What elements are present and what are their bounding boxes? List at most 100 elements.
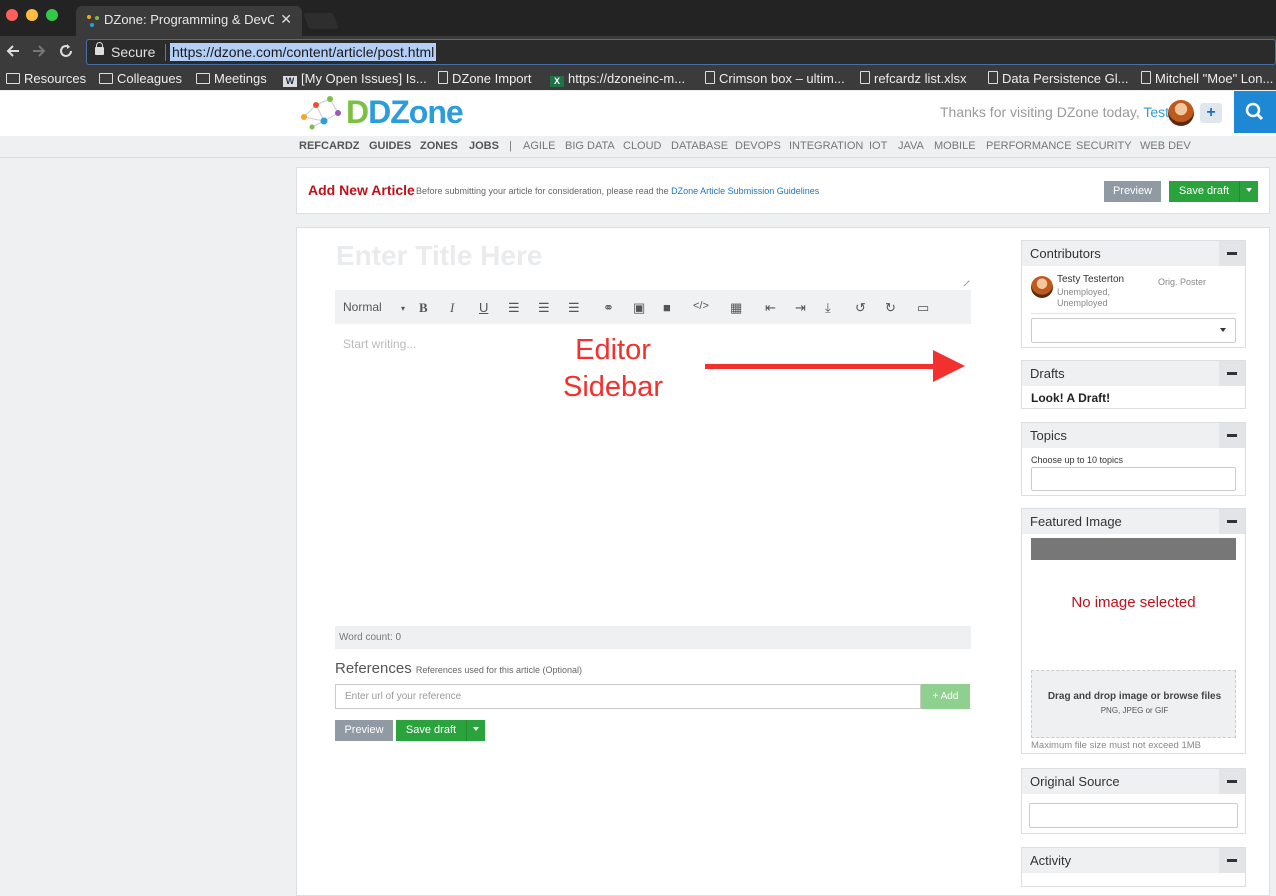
editor-sidebar-annotation: Editor Sidebar: [560, 332, 666, 406]
link-icon[interactable]: ⚭: [603, 300, 614, 316]
indent-icon[interactable]: ⇥: [795, 300, 806, 316]
save-draft-button[interactable]: Save draft: [1169, 181, 1239, 202]
references-heading: References References used for this arti…: [335, 660, 582, 677]
add-article-subtext: Before submitting your article for consi…: [416, 186, 819, 196]
caret-down-icon: [473, 727, 479, 731]
nav-item-mobile[interactable]: MOBILE: [934, 140, 976, 152]
browser-toolbar: Secure https://dzone.com/content/article…: [0, 36, 1276, 68]
nav-item-web-dev[interactable]: WEB DEV: [1140, 140, 1191, 152]
nav-item-guides[interactable]: GUIDES: [369, 140, 411, 152]
fullscreen-icon[interactable]: ▭: [917, 300, 929, 316]
forward-arrow-icon[interactable]: [31, 43, 47, 59]
bookmark-label: Mitchell "Moe" Lon...: [1155, 71, 1274, 86]
nav-item-zones[interactable]: ZONES: [420, 140, 458, 152]
nav-item-agile[interactable]: AGILE: [523, 140, 555, 152]
bookmark-open-issues[interactable]: W [My Open Issues] Is...: [283, 71, 427, 87]
image-drop-zone[interactable]: Drag and drop image or browse files PNG,…: [1031, 670, 1236, 738]
bookmark-mitchell[interactable]: Mitchell "Moe" Lon...: [1141, 71, 1273, 86]
bookmark-data-persistence[interactable]: Data Persistence Gl...: [988, 71, 1128, 86]
file-icon: [860, 71, 870, 84]
user-avatar[interactable]: [1168, 100, 1194, 126]
image-icon[interactable]: ▣: [633, 300, 645, 316]
browser-tab[interactable]: DZone: Programming & DevOps ✕: [76, 6, 302, 36]
collapse-drafts-icon[interactable]: [1219, 361, 1245, 386]
nav-item-security[interactable]: SECURITY: [1076, 140, 1132, 152]
collapse-activity-icon[interactable]: [1219, 848, 1245, 873]
save-draft-dropdown-button-bottom[interactable]: [466, 720, 485, 741]
add-contributor-select[interactable]: [1031, 318, 1236, 343]
bookmark-crimson-box[interactable]: Crimson box – ultim...: [705, 71, 845, 86]
draft-item[interactable]: Look! A Draft!: [1031, 391, 1110, 405]
contributor-name[interactable]: Testy Testerton: [1057, 274, 1124, 285]
reference-url-input[interactable]: Enter url of your reference: [335, 684, 921, 709]
editor-body-placeholder[interactable]: Start writing...: [343, 337, 416, 351]
search-button[interactable]: [1234, 91, 1276, 133]
code-icon[interactable]: </>: [693, 300, 709, 312]
bookmark-resources[interactable]: Resources: [6, 71, 86, 86]
bookmark-dzoneinc[interactable]: Xhttps://dzoneinc-m...: [550, 71, 685, 87]
maximize-window-button[interactable]: [46, 9, 58, 21]
nav-item-iot[interactable]: IOT: [869, 140, 887, 152]
format-label: Normal: [343, 300, 382, 314]
original-source-title: Original Source: [1030, 774, 1120, 789]
reload-icon[interactable]: [58, 43, 74, 59]
tab-close-icon[interactable]: ✕: [280, 11, 292, 28]
browser-tab-bar: DZone: Programming & DevOps ✕: [0, 0, 1276, 36]
video-icon[interactable]: ■: [663, 300, 671, 315]
redo-icon[interactable]: ↻: [885, 300, 896, 316]
new-tab-button[interactable]: [303, 13, 339, 29]
topics-input[interactable]: [1031, 467, 1236, 491]
dzone-logo-text[interactable]: DDZone: [346, 94, 464, 131]
annotation-arrowhead-icon: [933, 350, 965, 382]
w-icon: W: [283, 76, 297, 87]
nav-item-integration[interactable]: INTEGRATION: [789, 140, 863, 152]
collapse-original-source-icon[interactable]: [1219, 769, 1245, 794]
site-header: DDZone Thanks for visiting DZone today, …: [0, 91, 1276, 136]
save-draft-button-bottom[interactable]: Save draft: [396, 720, 466, 741]
back-arrow-icon[interactable]: [5, 43, 21, 59]
address-bar[interactable]: Secure https://dzone.com/content/article…: [86, 39, 1276, 65]
bullet-list-icon[interactable]: ☰: [538, 300, 550, 316]
save-draft-dropdown-button[interactable]: [1239, 181, 1258, 202]
title-input[interactable]: Enter Title Here: [336, 240, 966, 284]
url-text[interactable]: https://dzone.com/content/article/post.h…: [170, 43, 437, 61]
close-window-button[interactable]: [6, 9, 18, 21]
download-icon[interactable]: ⤓: [825, 300, 831, 316]
activity-header: Activity: [1022, 848, 1245, 873]
bookmark-dzone-import[interactable]: DZone Import: [438, 71, 531, 86]
italic-icon[interactable]: I: [450, 300, 454, 316]
nav-item-java[interactable]: JAVA: [898, 140, 924, 152]
format-select[interactable]: Normal ▾: [343, 300, 405, 314]
bookmarks-bar: Resources Colleagues Meetings W [My Open …: [0, 68, 1276, 90]
table-icon[interactable]: ▦: [730, 300, 742, 316]
nav-item-database[interactable]: DATABASE: [671, 140, 728, 152]
minimize-window-button[interactable]: [26, 9, 38, 21]
annotation-line-2: Sidebar: [563, 371, 663, 403]
preview-button-bottom[interactable]: Preview: [335, 720, 393, 741]
nav-item-cloud[interactable]: CLOUD: [623, 140, 662, 152]
nav-item-big-data[interactable]: BIG DATA: [565, 140, 615, 152]
nav-item-jobs[interactable]: JOBS: [469, 140, 499, 152]
collapse-contributors-icon[interactable]: [1219, 241, 1245, 266]
align-icon[interactable]: ☰: [568, 300, 580, 316]
collapse-featured-image-icon[interactable]: [1219, 509, 1245, 534]
outdent-icon[interactable]: ⇤: [765, 300, 776, 316]
nav-item-refcardz[interactable]: REFCARDZ: [299, 140, 360, 152]
undo-icon[interactable]: ↺: [855, 300, 866, 316]
bookmark-colleagues[interactable]: Colleagues: [99, 71, 182, 86]
bold-icon[interactable]: B: [419, 300, 428, 316]
bookmark-refcardz-list[interactable]: refcardz list.xlsx: [860, 71, 966, 86]
nav-item-performance[interactable]: PERFORMANCE: [986, 140, 1072, 152]
guidelines-link[interactable]: DZone Article Submission Guidelines: [671, 186, 819, 196]
underline-icon[interactable]: U: [479, 300, 488, 315]
bookmark-meetings[interactable]: Meetings: [196, 71, 267, 86]
collapse-topics-icon[interactable]: [1219, 423, 1245, 448]
ordered-list-icon[interactable]: ☰: [508, 300, 520, 316]
original-source-input[interactable]: [1029, 803, 1238, 828]
add-reference-button[interactable]: + Add: [921, 684, 970, 709]
tab-title: DZone: Programming & DevOps: [104, 12, 274, 27]
preview-button[interactable]: Preview: [1104, 181, 1161, 202]
add-content-button[interactable]: +: [1200, 103, 1222, 123]
featured-image-widget: Featured Image No image selected Drag an…: [1021, 508, 1246, 754]
nav-item-devops[interactable]: DEVOPS: [735, 140, 781, 152]
